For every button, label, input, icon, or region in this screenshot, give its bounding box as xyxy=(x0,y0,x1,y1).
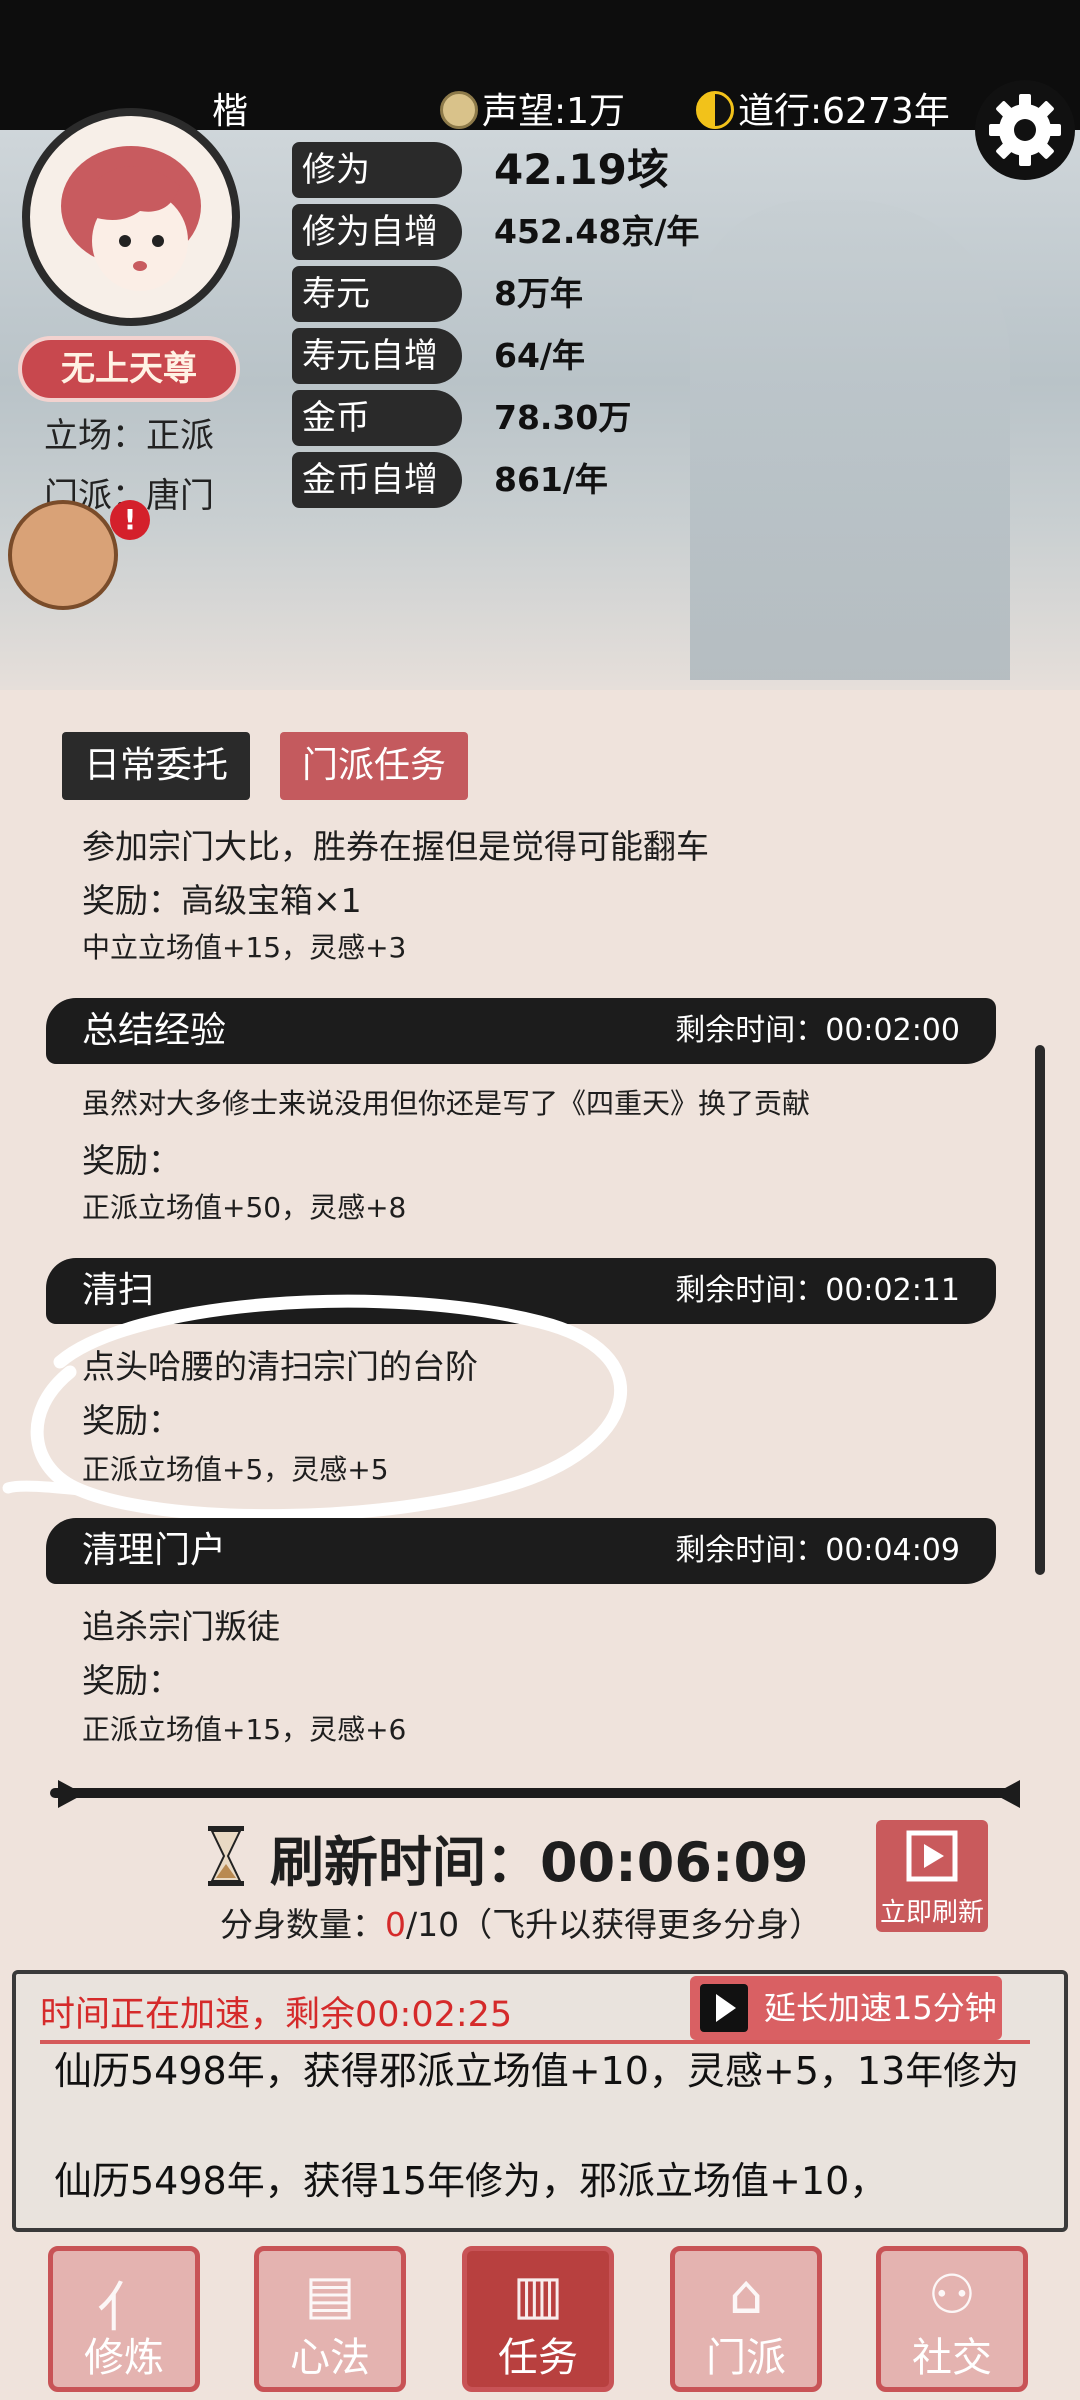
play-video-icon xyxy=(906,1830,958,1882)
task-reward-label: 奖励： xyxy=(82,1141,181,1180)
stat-label-cultivation: 修为 xyxy=(292,142,462,198)
left-arrow-icon xyxy=(58,1780,84,1808)
title-badge: 无上天尊 xyxy=(18,336,240,402)
task-header[interactable]: 清理门户 剩余时间：00:04:09 xyxy=(46,1518,996,1584)
yinyang-icon xyxy=(696,91,734,129)
task-bonus: 中立立场值+15，灵感+3 xyxy=(82,931,407,964)
stat-value-cultivation: 42.19垓 xyxy=(494,145,669,194)
stat-label-gold: 金币 xyxy=(292,390,462,446)
nav-social[interactable]: ⚇ 社交 xyxy=(876,2246,1028,2392)
ink-divider xyxy=(50,1788,1010,1798)
extend-speedup-button[interactable]: 延长加速15分钟 xyxy=(690,1976,1002,2040)
nav-sect[interactable]: ⌂ 门派 xyxy=(670,2246,822,2392)
task-reward-label: 奖励： xyxy=(82,1661,181,1700)
prestige-text: 声望:1万 xyxy=(482,91,626,132)
tab-daily-commission[interactable]: 日常委托 xyxy=(62,732,251,800)
avatar[interactable] xyxy=(22,108,240,326)
task-reward-label: 奖励：高级宝箱×1 xyxy=(82,881,362,920)
task-icon: ▥ xyxy=(512,2263,564,2326)
log-entry: 仙历5498年，获得15年修为，邪派立场值+10， xyxy=(54,2159,888,2203)
stat-value-cultivation-rate: 452.48京/年 xyxy=(494,212,700,251)
stat-value-lifespan-rate: 64/年 xyxy=(494,336,585,375)
task-header[interactable]: 总结经验 剩余时间：00:02:00 xyxy=(46,998,996,1064)
task-desc: 追杀宗门叛徒 xyxy=(82,1607,280,1646)
prestige-coin-icon xyxy=(440,91,478,129)
task-remaining-time: 剩余时间：00:04:09 xyxy=(675,1533,960,1568)
player-name: 楷 xyxy=(212,91,249,132)
nav-label: 社交 xyxy=(912,2335,992,2381)
task-desc: 虽然对大多修士来说没用但你还是写了《四重天》换了贡献 xyxy=(82,1087,811,1120)
hourglass-icon xyxy=(208,1826,244,1886)
stat-label-gold-rate: 金币自增 xyxy=(292,452,462,508)
task-name: 清理门户 xyxy=(82,1530,227,1571)
instant-refresh-button[interactable]: 立即刷新 xyxy=(876,1820,988,1932)
tab-sect-tasks[interactable]: 门派任务 xyxy=(280,732,469,800)
refresh-timer: 刷新时间：00:06:09 xyxy=(270,1831,809,1894)
task-remaining-time: 剩余时间：00:02:00 xyxy=(675,1013,960,1048)
alert-icon: ! xyxy=(110,500,150,540)
bag-icon[interactable] xyxy=(8,500,118,610)
stat-label-lifespan: 寿元 xyxy=(292,266,462,322)
nav-technique[interactable]: ▤ 心法 xyxy=(254,2246,406,2392)
task-bonus: 正派立场值+15，灵感+6 xyxy=(82,1713,407,1746)
nav-label: 修炼 xyxy=(84,2335,164,2381)
task-name: 总结经验 xyxy=(82,1010,227,1051)
hand-drawn-circle-annotation xyxy=(2,1294,628,1523)
speedup-status: 时间正在加速，剩余00:02:25 xyxy=(40,1995,513,2035)
stat-label-lifespan-rate: 寿元自增 xyxy=(292,328,462,384)
nav-tasks[interactable]: ▥ 任务 xyxy=(462,2246,614,2392)
right-arrow-icon xyxy=(994,1780,1020,1808)
stat-value-gold: 78.30万 xyxy=(494,398,632,437)
log-entry: 仙历5498年，获得邪派立场值+10，灵感+5，13年修为 xyxy=(54,2049,1020,2093)
task-desc: 参加宗门大比，胜券在握但是觉得可能翻车 xyxy=(82,827,709,866)
nav-label: 心法 xyxy=(290,2335,370,2381)
daoxing-stat: 道行:6273年 xyxy=(696,82,950,134)
social-icon: ⚇ xyxy=(927,2263,977,2326)
nav-cultivate[interactable]: ⺅ 修炼 xyxy=(48,2246,200,2392)
nav-label: 门派 xyxy=(706,2335,786,2381)
scroll-icon: ▤ xyxy=(304,2263,356,2326)
prestige-stat: 声望:1万 xyxy=(440,82,625,134)
mountain-illustration xyxy=(690,200,1010,680)
task-bonus: 正派立场值+50，灵感+8 xyxy=(82,1191,407,1224)
daoxing-text: 道行:6273年 xyxy=(738,91,950,132)
settings-gear-icon[interactable] xyxy=(975,80,1075,180)
clone-prefix: 分身数量： xyxy=(220,1905,385,1944)
instant-refresh-label: 立即刷新 xyxy=(879,1898,984,1928)
stance-label: 立场：正派 xyxy=(44,416,214,456)
extend-speedup-label: 延长加速15分钟 xyxy=(764,1989,997,2027)
nav-label: 任务 xyxy=(498,2335,578,2381)
stat-label-cultivation-rate: 修为自增 xyxy=(292,204,462,260)
task-remaining-time: 剩余时间：00:02:11 xyxy=(675,1273,960,1308)
stat-value-gold-rate: 861/年 xyxy=(494,460,608,499)
clone-current: 0 xyxy=(385,1905,406,1944)
play-icon xyxy=(700,1984,748,2032)
clone-count: 分身数量：0/10（飞升以获得更多分身） xyxy=(220,1898,822,1946)
task-list-scrollbar[interactable] xyxy=(1035,1045,1045,1575)
clone-suffix: /10（飞升以获得更多分身） xyxy=(406,1905,823,1944)
sect-icon: ⌂ xyxy=(728,2263,764,2326)
stat-value-lifespan: 8万年 xyxy=(494,274,583,313)
